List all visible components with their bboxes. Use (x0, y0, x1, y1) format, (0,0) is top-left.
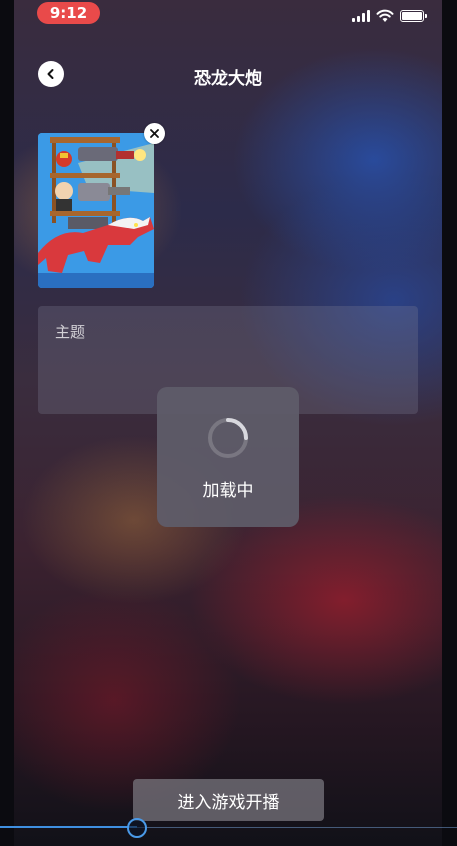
topic-placeholder: 主题 (55, 323, 86, 341)
page-title: 恐龙大炮 (194, 69, 262, 89)
loading-spinner-icon (208, 418, 248, 458)
close-icon (150, 129, 159, 138)
signal-icon (352, 10, 370, 22)
progress-fill (0, 826, 137, 828)
start-game-broadcast-button[interactable]: 进入游戏开播 (133, 779, 324, 821)
loading-overlay: 加载中 (157, 387, 299, 527)
status-time: 9:12 (37, 2, 100, 24)
game-cover-image[interactable] (38, 133, 154, 288)
progress-handle[interactable] (127, 818, 147, 838)
battery-icon (400, 10, 427, 22)
loading-text: 加载中 (202, 481, 254, 501)
status-icons (352, 8, 427, 24)
wifi-icon (376, 9, 394, 22)
game-cover-art (38, 133, 154, 288)
remove-image-button[interactable] (144, 123, 165, 144)
